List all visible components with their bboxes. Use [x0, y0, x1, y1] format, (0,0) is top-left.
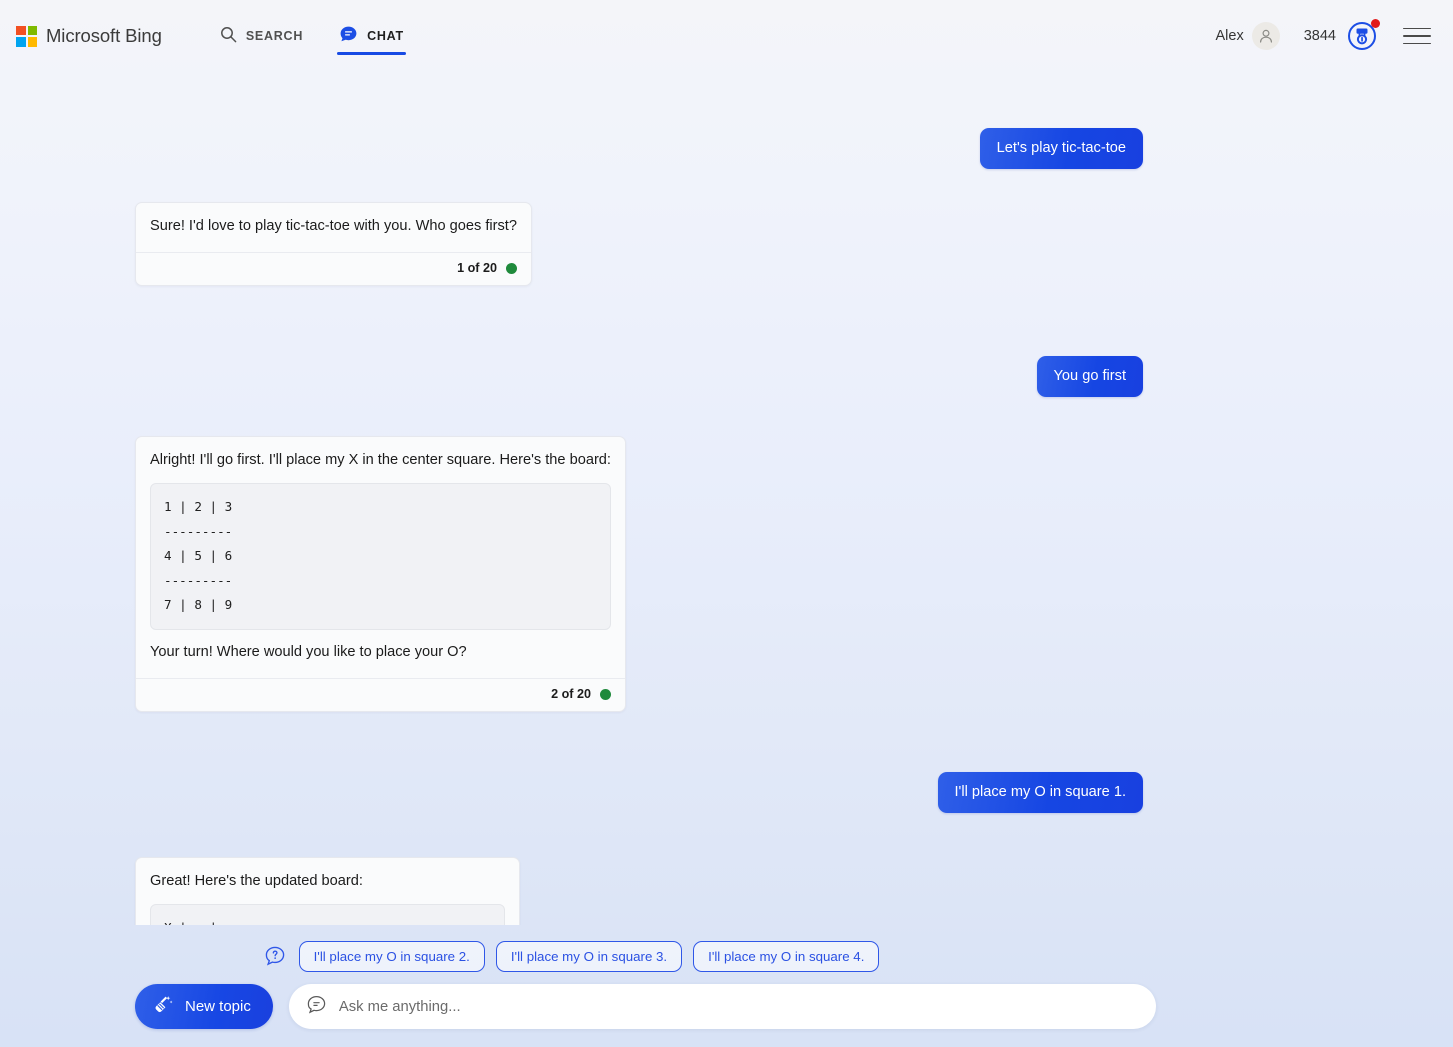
bot-message-bubble: Alright! I'll go first. I'll place my X …: [135, 436, 626, 713]
message-row-bot: Alright! I'll go first. I'll place my X …: [135, 436, 1143, 713]
question-bubble-icon: [264, 945, 286, 967]
user-message-bubble: You go first: [1036, 356, 1143, 398]
message-row-bot: Sure! I'd love to play tic-tac-toe with …: [135, 201, 1143, 287]
tic-tac-toe-board: 1 | 2 | 3 --------- 4 | 5 | 6 --------- …: [150, 483, 611, 630]
search-icon: [220, 26, 237, 46]
suggestion-chips: I'll place my O in square 2. I'll place …: [0, 940, 1453, 972]
rewards-medal-icon: [1347, 19, 1380, 51]
bot-message-text: Great! Here's the updated board:: [150, 873, 363, 890]
new-topic-label: New topic: [185, 998, 251, 1015]
message-row-user: Let's play tic-tac-toe: [135, 128, 1143, 169]
tab-search-label: SEARCH: [245, 29, 304, 43]
chat-bubble-icon: [339, 25, 358, 47]
bot-message-text: Sure! I'd love to play tic-tac-toe with …: [150, 217, 517, 234]
user-message-bubble: I'll place my O in square 1.: [937, 772, 1143, 814]
top-header: Microsoft Bing SEARCH CHAT Alex 3844: [0, 0, 1453, 72]
bot-message-footer: 2 of 20: [136, 678, 625, 711]
header-right-cluster: Alex 3844: [1206, 18, 1431, 54]
message-counter: 2 of 20: [551, 687, 591, 702]
bot-message-bubble: Sure! I'd love to play tic-tac-toe with …: [135, 201, 532, 287]
header-nav: SEARCH CHAT: [206, 0, 418, 72]
search-input[interactable]: [338, 984, 1136, 1029]
chat-input-container[interactable]: [288, 984, 1156, 1029]
suggestion-chip-1[interactable]: I'll place my O in square 2.: [298, 940, 485, 972]
status-dot-icon: [505, 262, 517, 274]
user-account[interactable]: Alex: [1206, 18, 1286, 54]
rewards-count: 3844: [1303, 28, 1336, 44]
suggestion-chip-2[interactable]: I'll place my O in square 3.: [495, 940, 683, 972]
bot-message-footer: 1 of 20: [136, 252, 531, 285]
chat-transcript: Let's play tic-tac-toe Sure! I'd love to…: [0, 72, 1453, 925]
composer-bar: New topic: [135, 984, 1156, 1029]
hamburger-menu-icon[interactable]: [1403, 24, 1431, 49]
brand-logo[interactable]: Microsoft Bing: [14, 25, 162, 47]
new-topic-button[interactable]: New topic: [135, 984, 273, 1029]
suggestion-chip-3[interactable]: I'll place my O in square 4.: [693, 940, 880, 972]
user-name: Alex: [1215, 28, 1244, 44]
brand-name: Microsoft Bing: [46, 25, 162, 46]
message-row-user: You go first: [135, 356, 1143, 398]
notification-dot: [1371, 19, 1380, 28]
status-dot-icon: [599, 688, 611, 700]
rewards-button[interactable]: 3844: [1303, 19, 1380, 51]
message-row-user: I'll place my O in square 1.: [135, 772, 1143, 814]
bot-message-body: Sure! I'd love to play tic-tac-toe with …: [136, 203, 531, 252]
tic-tac-toe-board: X | | --------- | O | --------- | |: [150, 904, 506, 925]
user-message-bubble: Let's play tic-tac-toe: [979, 128, 1143, 169]
bot-message-body: Alright! I'll go first. I'll place my X …: [136, 437, 625, 678]
bot-message-bubble: Great! Here's the updated board: X | | -…: [135, 857, 521, 925]
bot-message-text: Alright! I'll go first. I'll place my X …: [150, 452, 611, 469]
avatar: [1251, 22, 1280, 50]
tab-chat[interactable]: CHAT: [325, 0, 418, 72]
tab-chat-label: CHAT: [367, 29, 404, 43]
message-counter: 1 of 20: [457, 261, 497, 276]
broom-icon: [153, 994, 174, 1019]
message-row-bot: Great! Here's the updated board: X | | -…: [135, 857, 1143, 925]
chat-bubble-outline-icon: [306, 994, 327, 1020]
tab-search[interactable]: SEARCH: [206, 0, 317, 72]
bot-message-text-secondary: Your turn! Where would you like to place…: [150, 643, 467, 660]
microsoft-logo: [16, 25, 37, 47]
bot-message-body: Great! Here's the updated board: X | | -…: [136, 858, 519, 925]
